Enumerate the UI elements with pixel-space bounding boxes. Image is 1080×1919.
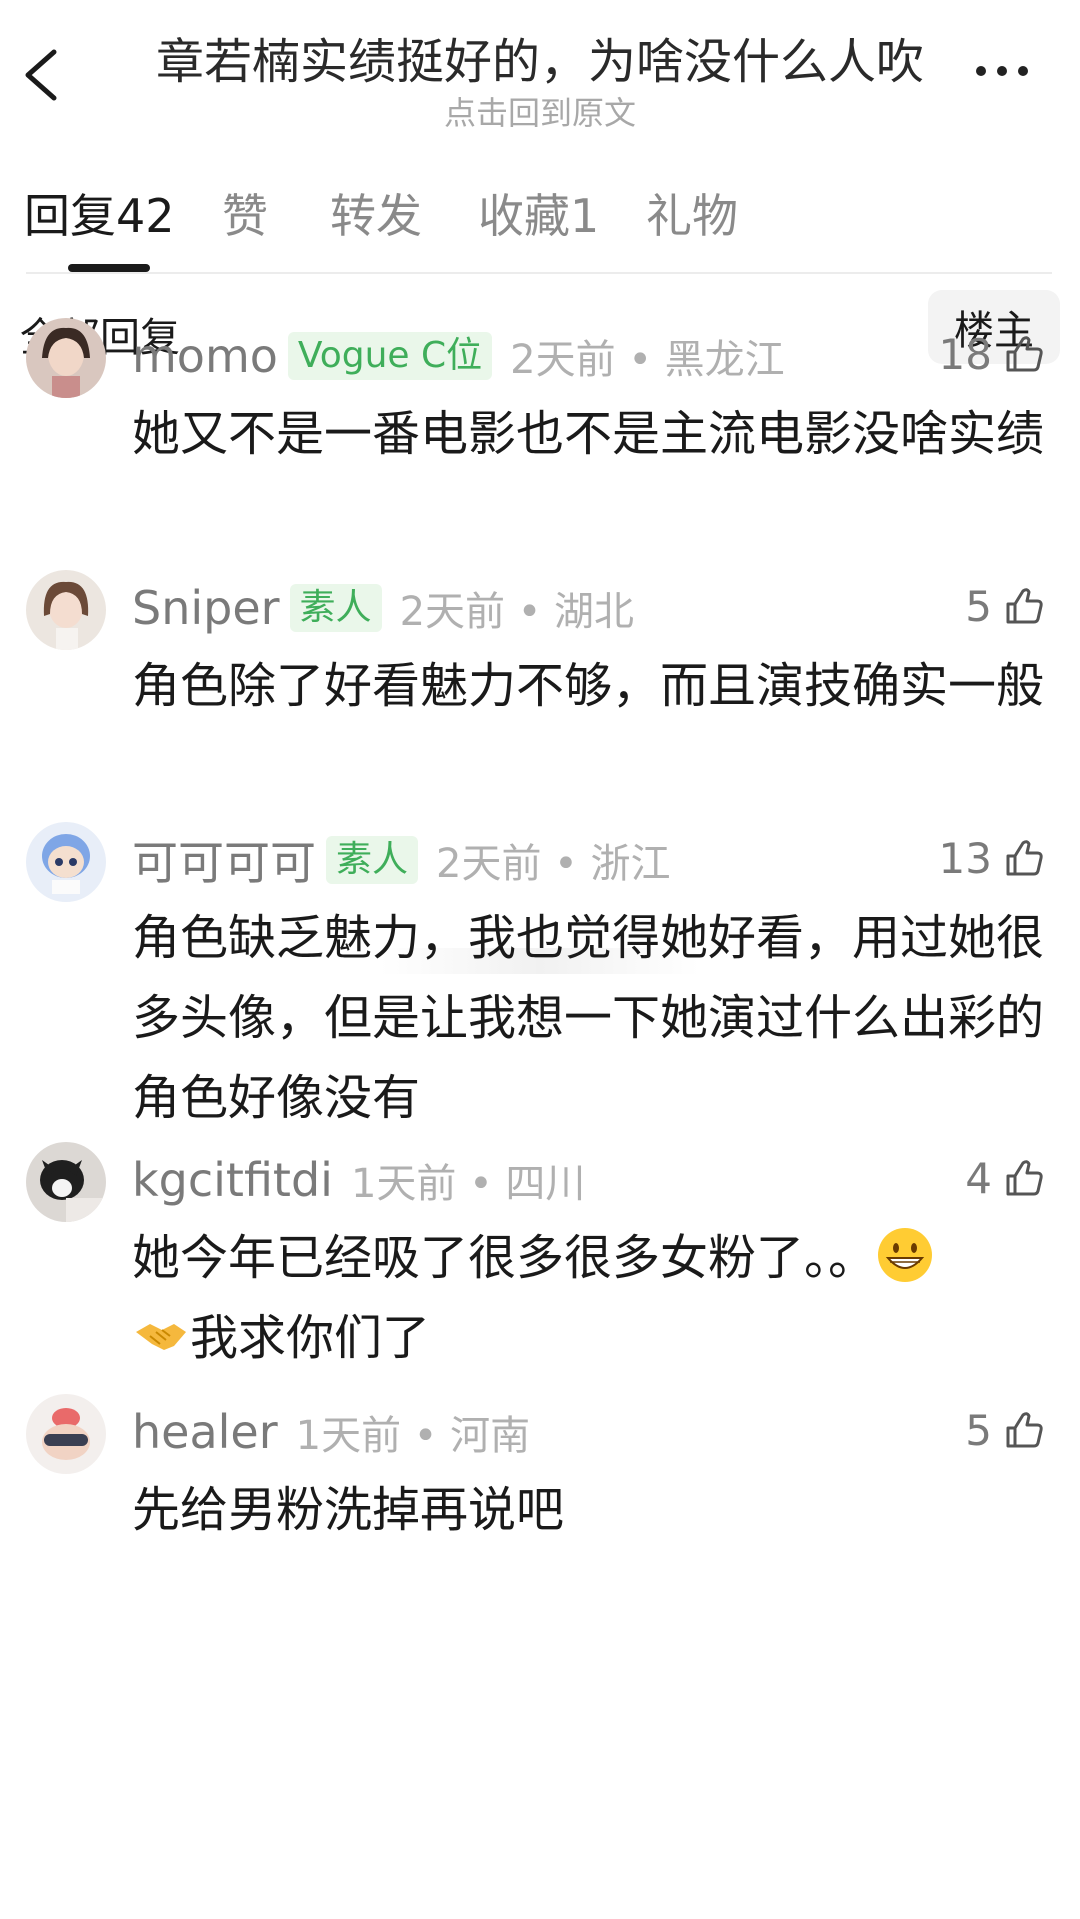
active-tab-indicator [68, 264, 150, 272]
username[interactable]: healer [132, 1405, 278, 1459]
tab-likes[interactable]: 赞 [222, 180, 268, 246]
back-button[interactable] [14, 42, 74, 108]
comment-text: 她又不是一番电影也不是主流电影没啥实绩 [132, 406, 1045, 462]
time-location: 2天前 • 浙江 [436, 841, 671, 887]
back-to-original-link[interactable]: 点击回到原文 [140, 88, 940, 134]
like-count: 4 [965, 1153, 992, 1203]
comment-meta: momo Vogue C位 2天前 • 黑龙江 [132, 328, 785, 384]
comment-text: 先给男粉洗掉再说吧 [132, 1482, 565, 1538]
tab-replies[interactable]: 回复42 [24, 180, 175, 246]
tab-favorites[interactable]: 收藏1 [478, 180, 599, 246]
username[interactable]: Sniper [132, 581, 280, 635]
like-count: 5 [965, 1405, 992, 1455]
more-dot [1018, 66, 1028, 76]
avatar[interactable] [26, 1394, 106, 1474]
like-button[interactable]: 13 [939, 830, 1046, 886]
comment-meta: healer 1天前 • 河南 [132, 1404, 530, 1460]
time-location: 1天前 • 河南 [295, 1413, 531, 1459]
user-badge: Vogue C位 [287, 332, 493, 380]
comment-meta: kgcitfitdi 1天前 • 四川 [132, 1152, 585, 1208]
avatar[interactable] [26, 570, 106, 650]
thumbs-up-icon [1006, 1160, 1043, 1196]
username[interactable]: kgcitfitdi [132, 1153, 333, 1207]
like-count: 18 [938, 329, 992, 379]
thumbs-up-icon [1006, 588, 1043, 624]
header-bar: 章若楠实绩挺好的，为啥没什么人吹 点击回到原文 [0, 0, 1080, 132]
like-button[interactable]: 18 [939, 326, 1046, 382]
grinning-face-icon [878, 1228, 933, 1282]
comment-meta: 可可可可 素人 2天前 • 浙江 [132, 832, 671, 890]
chevron-left-icon [25, 49, 57, 101]
comment-text: 她今年已经吸了很多很多女粉了。。 我求你们了 [132, 1218, 1062, 1378]
like-button[interactable]: 4 [965, 1150, 1046, 1206]
time-location: 1天前 • 四川 [350, 1161, 586, 1207]
more-dot [976, 66, 986, 76]
handshake-icon [136, 1324, 186, 1350]
thumbs-up-icon [1006, 336, 1043, 372]
comment-text: 角色缺乏魅力，我也觉得她好看，用过她很多头像，但是让我想一下她演过什么出彩的角色… [132, 910, 1045, 1126]
more-options-button[interactable] [976, 66, 1036, 84]
comment-text: 角色除了好看魅力不够，而且演技确实一般 [132, 658, 1045, 714]
avatar[interactable] [26, 318, 106, 398]
username[interactable]: 可可可可 [132, 827, 316, 893]
like-count: 5 [965, 581, 992, 631]
thumbs-up-icon [1006, 840, 1043, 876]
comment-meta: Sniper 素人 2天前 • 湖北 [132, 580, 634, 636]
post-title: 章若楠实绩挺好的，为啥没什么人吹 [155, 34, 924, 90]
time-location: 2天前 • 湖北 [399, 589, 635, 635]
time-location: 2天前 • 黑龙江 [510, 337, 785, 383]
tab-gifts[interactable]: 礼物 [646, 180, 738, 246]
like-button[interactable]: 5 [965, 1402, 1046, 1458]
tab-reposts[interactable]: 转发 [330, 180, 422, 246]
avatar[interactable] [26, 1142, 106, 1222]
avatar[interactable] [26, 822, 106, 902]
like-count: 13 [938, 833, 992, 883]
like-button[interactable]: 5 [965, 578, 1046, 634]
user-badge: 素人 [289, 584, 382, 632]
user-badge: 素人 [326, 836, 419, 884]
more-dot [997, 66, 1007, 76]
tab-divider [26, 272, 1052, 274]
thumbs-up-icon [1006, 1412, 1043, 1448]
comment-page: 章若楠实绩挺好的，为啥没什么人吹 点击回到原文 回复42 赞 转发 收藏1 礼物… [0, 0, 1080, 1919]
tab-bar: 回复42 赞 转发 收藏1 礼物 [0, 180, 1080, 272]
comment-text-line2: 我求你们了 [190, 1310, 431, 1366]
username[interactable]: momo [132, 329, 278, 383]
comment-text-line1: 她今年已经吸了很多很多女粉了。。 [132, 1230, 877, 1286]
